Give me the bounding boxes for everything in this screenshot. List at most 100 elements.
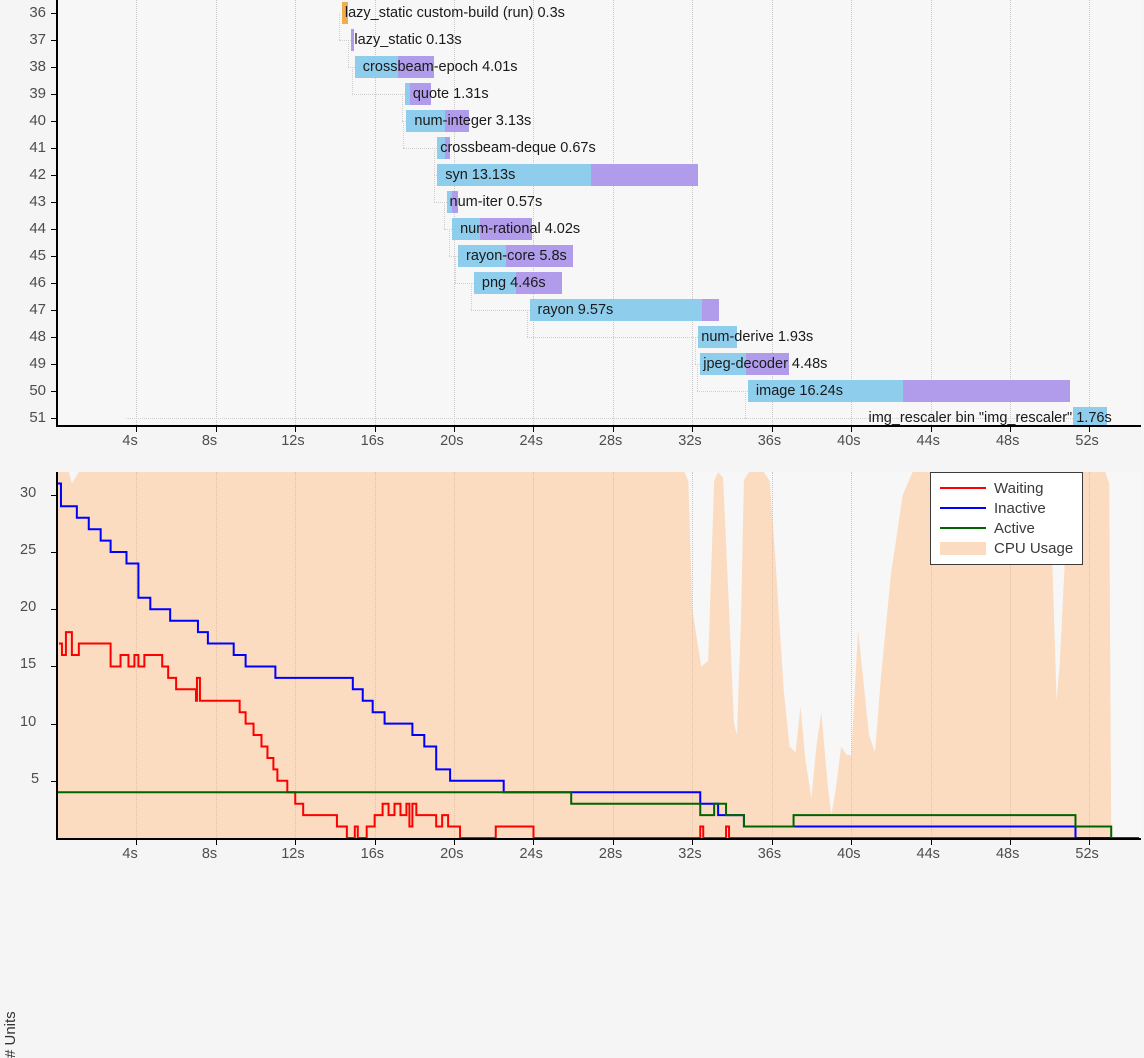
dependency-connector — [403, 148, 438, 149]
gantt-gridline — [215, 0, 217, 425]
gantt-y-tick — [51, 310, 56, 311]
gantt-y-tick-label: 43 — [29, 193, 46, 210]
series-line-active — [57, 791, 1140, 838]
gantt-y-axis-line — [56, 0, 58, 425]
gantt-x-tick-label: 48s — [995, 433, 1020, 449]
legend-label: Active — [994, 519, 1035, 537]
gantt-x-tick — [454, 427, 456, 432]
gantt-y-tick-label: 44 — [29, 220, 46, 237]
timeline-y-tick — [51, 666, 56, 668]
timeline-y-tick-label: 10 — [20, 713, 37, 730]
legend-item[interactable]: Inactive — [940, 498, 1073, 518]
legend-swatch — [940, 507, 986, 509]
gantt-y-tick — [51, 391, 56, 392]
timeline-x-tick-label: 20s — [440, 846, 464, 862]
gantt-x-tick-label: 12s — [281, 433, 305, 449]
timeline-x-tick-label: 32s — [678, 846, 702, 862]
timeline-x-axis-line — [56, 838, 1141, 840]
gantt-y-tick-label: 48 — [29, 328, 46, 345]
dependency-connector — [434, 175, 436, 202]
gantt-bar-label: syn 13.13s — [445, 167, 516, 183]
timeline-x-tick-label: 44s — [916, 846, 940, 862]
gantt-gridline — [295, 0, 297, 425]
timeline-y-tick-label: 25 — [20, 542, 37, 559]
dependency-connector — [351, 67, 353, 94]
gantt-bar-label: num-integer 3.13s — [414, 113, 532, 129]
gantt-bar-label: img_rescaler bin "img_rescaler" 1.76s — [868, 410, 1112, 425]
gantt-y-tick — [51, 148, 56, 149]
profiling-dashboard: lazy_static custom-build (run) 0.3s lazy_… — [0, 0, 1144, 1058]
legend-label: Waiting — [994, 479, 1044, 497]
dependency-connector — [697, 364, 699, 391]
timeline-x-tick-label: 24s — [519, 846, 543, 862]
gantt-y-tick-label: 41 — [29, 139, 46, 156]
gantt-bar-label: quote 1.31s — [412, 86, 489, 102]
gantt-y-tick — [51, 67, 56, 68]
dependency-connector — [470, 310, 530, 311]
gantt-bar-label: lazy_static 0.13s — [354, 32, 462, 48]
gantt-y-tick — [51, 13, 56, 14]
timeline-y-tick — [51, 723, 56, 725]
timeline-x-tick — [215, 840, 217, 845]
dependency-connector — [434, 202, 447, 203]
gantt-x-tick — [374, 427, 376, 432]
gantt-y-tick-label: 39 — [29, 85, 46, 102]
timeline-x-tick — [136, 840, 138, 845]
gantt-x-tick — [851, 427, 853, 432]
timeline-y-tick — [51, 494, 56, 496]
gantt-bar-label: num-derive 1.93s — [701, 329, 814, 345]
gantt-bar-label: rayon 9.57s — [537, 302, 614, 318]
gantt-x-tick — [771, 427, 773, 432]
gantt-x-tick-label: 40s — [837, 433, 861, 449]
dependency-connector — [526, 310, 528, 337]
legend-swatch — [940, 527, 986, 529]
legend-swatch — [940, 487, 986, 489]
y-axis-title: # Units — [2, 1011, 19, 1058]
timeline-y-tick-label: 20 — [20, 599, 37, 616]
timeline-x-tick — [1009, 840, 1011, 845]
gantt-x-tick — [930, 427, 932, 432]
gantt-gridline — [851, 0, 853, 425]
gantt-bar-segment-codegen — [902, 380, 1071, 402]
gantt-y-tick — [51, 202, 56, 203]
gantt-chart-panel: lazy_static custom-build (run) 0.3s lazy_… — [0, 0, 1144, 458]
gantt-x-axis-line — [56, 425, 1141, 427]
dependency-connector — [470, 283, 472, 310]
gantt-x-tick — [533, 427, 535, 432]
timeline-x-tick — [692, 840, 694, 845]
legend-swatch — [940, 541, 986, 555]
gantt-bar-label: crossbeam-deque 0.67s — [440, 140, 596, 156]
gantt-bar-label: lazy_static custom-build (run) 0.3s — [344, 5, 565, 21]
gantt-bar-segment-codegen — [702, 299, 720, 321]
timeline-x-tick-label: 28s — [598, 846, 623, 862]
gantt-gridline — [1089, 0, 1091, 425]
dependency-connector — [338, 13, 340, 40]
gantt-gridline — [136, 0, 138, 425]
gantt-plot-area: lazy_static custom-build (run) 0.3s lazy_… — [57, 0, 1141, 425]
gantt-x-tick — [612, 427, 614, 432]
gantt-y-tick-label: 40 — [29, 112, 46, 129]
legend-item[interactable]: CPU Usage — [940, 538, 1073, 558]
gantt-bar-segment-codegen — [591, 164, 698, 186]
timeline-x-tick-label: 16s — [360, 846, 385, 862]
gantt-gridline — [930, 0, 932, 425]
legend-item[interactable]: Waiting — [940, 478, 1073, 498]
gantt-x-tick-label: 24s — [519, 433, 543, 449]
gantt-bar-label: crossbeam-epoch 4.01s — [362, 59, 518, 75]
gantt-bar-label: num-rational 4.02s — [460, 221, 581, 237]
gantt-y-tick-label: 49 — [29, 355, 46, 372]
gantt-x-tick — [1009, 427, 1011, 432]
gantt-gridline — [612, 0, 614, 425]
gantt-y-tick-label: 46 — [29, 274, 46, 291]
dependency-connector — [695, 337, 697, 364]
timeline-x-tick — [374, 840, 376, 845]
gantt-y-tick-label: 37 — [29, 31, 46, 48]
series-line-waiting — [58, 631, 1140, 838]
dependency-connector — [348, 40, 350, 67]
gantt-y-tick-label: 47 — [29, 301, 46, 318]
dependency-connector — [697, 391, 748, 392]
gantt-bar-label: rayon-core 5.8s — [466, 248, 567, 264]
timeline-x-tick — [612, 840, 614, 845]
legend-item[interactable]: Active — [940, 518, 1073, 538]
timeline-x-tick — [930, 840, 932, 845]
